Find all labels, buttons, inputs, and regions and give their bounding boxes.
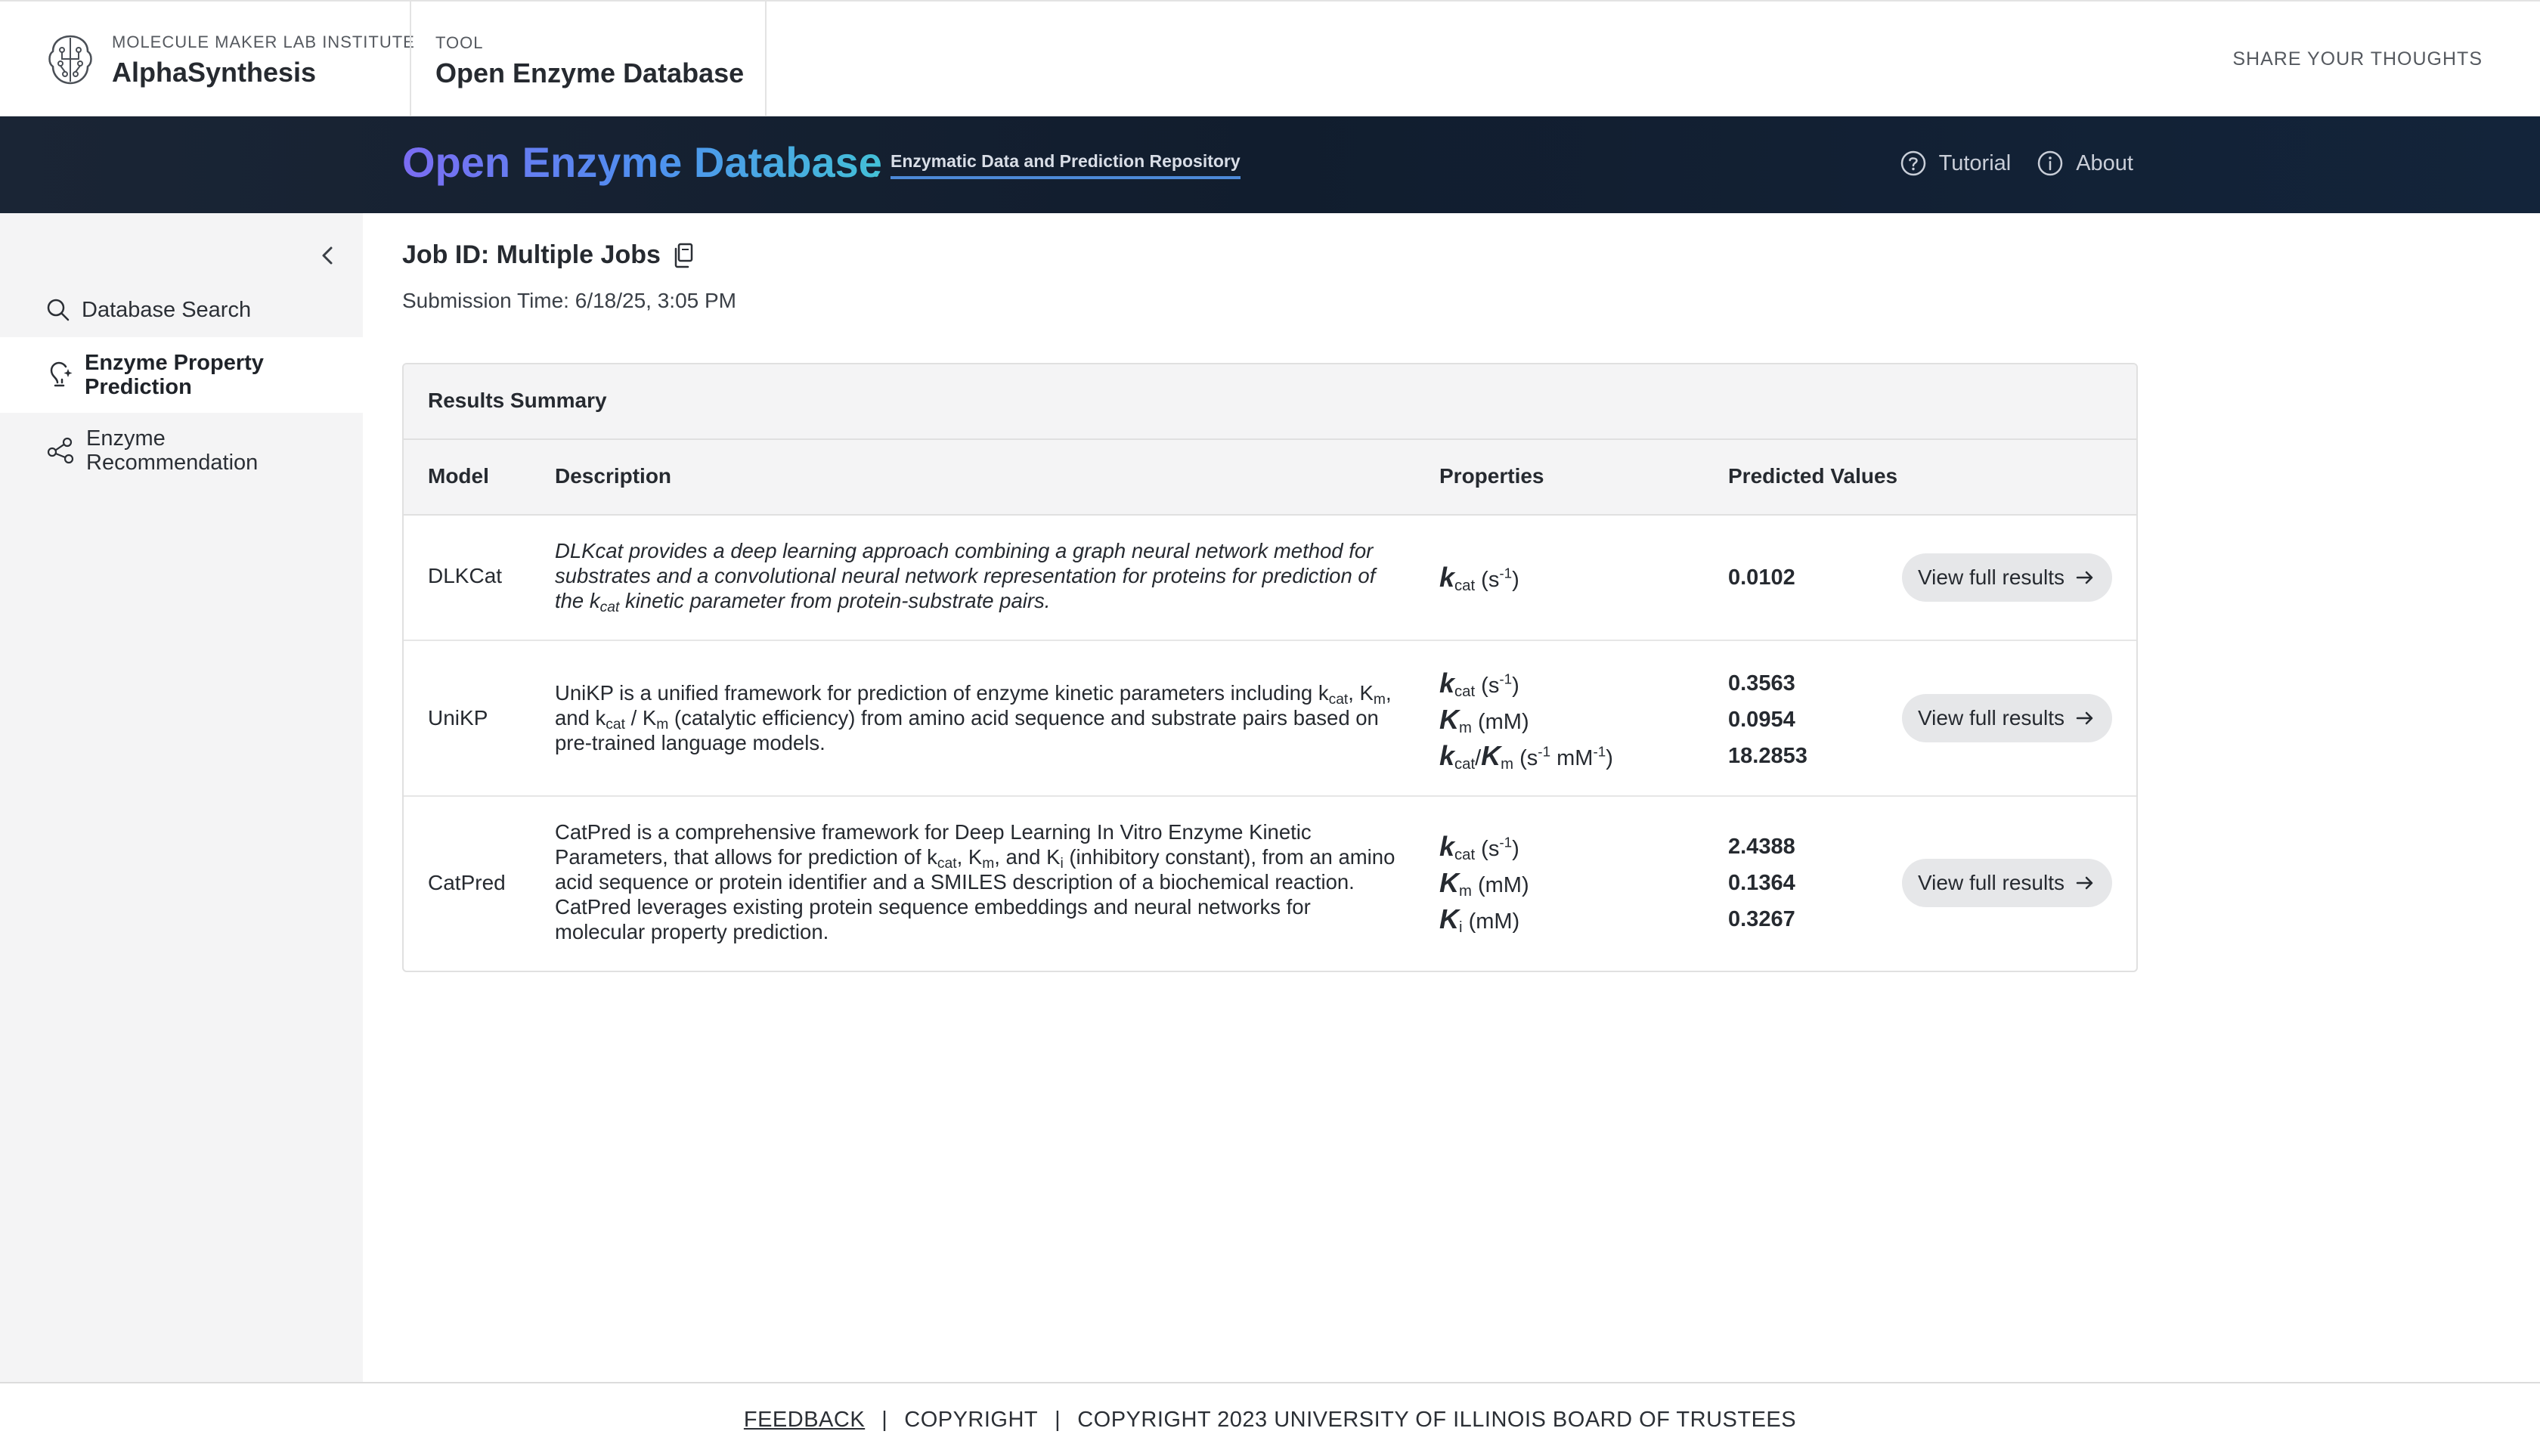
button-label: View full results [1917, 871, 2065, 894]
model-name: DLKCat [428, 564, 503, 587]
results-summary-heading: Results Summary [404, 364, 2136, 440]
sidebar: Database Search Enzyme Property Predicti… [0, 213, 363, 1382]
column-header-description: Description [555, 464, 672, 488]
table-row-unikp: UniKP UniKP is a unified framework for p… [404, 641, 2136, 797]
arrow-right-icon [2076, 711, 2093, 725]
property-kcat: kcat (s-1) [1439, 668, 1519, 701]
collapse-sidebar-chevron-left-icon[interactable] [316, 243, 340, 268]
sidebar-item-enzyme-property-prediction[interactable]: Enzyme Property Prediction [0, 337, 363, 413]
model-properties: kcat (s-1) Km (mM) kcat/Km (s-1 mM-1) [1439, 665, 1613, 774]
property-kcat: kcat (s-1) [1439, 831, 1519, 864]
property-kcat: kcat (s-1) [1439, 562, 1519, 595]
predicted-value: 0.0954 [1728, 708, 1795, 732]
predicted-value: 0.1364 [1728, 871, 1795, 895]
help-circle-icon [1900, 150, 1925, 176]
table-header: Model Description Properties Predicted V… [404, 440, 2136, 516]
share-nodes-icon [47, 437, 74, 464]
tool-title: Open Enzyme Database [435, 57, 745, 88]
sidebar-item-label: Enzyme Recommendation [86, 426, 259, 475]
arrow-right-icon [2076, 876, 2093, 890]
view-full-results-button[interactable]: View full results [1902, 553, 2112, 602]
job-title: Job ID: Multiple Jobs [402, 240, 697, 270]
info-circle-icon [2037, 150, 2063, 176]
view-full-results-button[interactable]: View full results [1902, 694, 2112, 742]
model-name: CatPred [428, 871, 506, 894]
search-icon [47, 299, 70, 321]
model-description: UniKP is a unified framework for predict… [555, 681, 1392, 754]
sidebar-item-label: Database Search [82, 298, 252, 322]
feedback-link[interactable]: FEEDBACK [744, 1408, 865, 1433]
predicted-value: 0.0102 [1728, 565, 1795, 590]
footer-separator: | [881, 1407, 888, 1432]
view-full-results-button[interactable]: View full results [1902, 859, 2112, 907]
sidebar-item-database-search[interactable]: Database Search [0, 289, 363, 331]
hero-bar: Open Enzyme Database Enzymatic Data and … [0, 116, 2540, 213]
property-km: Km (mM) [1439, 704, 1529, 737]
button-label: View full results [1917, 565, 2065, 589]
model-name: UniKP [428, 706, 488, 730]
sidebar-item-label: Enzyme Property Prediction [85, 351, 264, 399]
predicted-value: 0.3267 [1728, 907, 1795, 931]
hero-title[interactable]: Open Enzyme Database [402, 138, 882, 187]
hero-nav: Tutorial About [1874, 150, 2133, 177]
copyright-link[interactable]: COPYRIGHT [904, 1408, 1038, 1433]
predicted-values: 2.4388 0.1364 0.3267 [1728, 829, 1795, 937]
results-summary-card: Results Summary Model Description Proper… [402, 363, 2138, 972]
brand[interactable]: MOLECULE MAKER LAB INSTITUTE AlphaSynthe… [44, 30, 415, 91]
tutorial-link[interactable]: Tutorial [1900, 150, 2012, 177]
lightbulb-icon [50, 361, 73, 387]
column-header-model: Model [428, 464, 489, 488]
predicted-value: 2.4388 [1728, 835, 1795, 859]
model-properties: kcat (s-1) Km (mM) Ki (mM) [1439, 829, 1529, 937]
property-km: Km (mM) [1439, 867, 1529, 900]
hero-subtitle: Enzymatic Data and Prediction Repository [891, 151, 1241, 179]
button-label: View full results [1917, 706, 2065, 730]
brand-kicker: MOLECULE MAKER LAB INSTITUTE [112, 33, 415, 51]
property-kcat-over-km: kcat/Km (s-1 mM-1) [1439, 740, 1613, 773]
job-title-text: Job ID: Multiple Jobs [402, 240, 661, 269]
hero-dot [874, 172, 878, 177]
tutorial-label: Tutorial [1938, 150, 2012, 175]
table-row-dlkcat: DLKCat DLKcat provides a deep learning a… [404, 516, 2136, 641]
about-link[interactable]: About [2037, 150, 2133, 177]
copyright-text: COPYRIGHT 2023 UNIVERSITY OF ILLINOIS BO… [1077, 1407, 1797, 1432]
column-header-predicted-values: Predicted Values [1728, 464, 1898, 488]
model-properties: kcat (s-1) [1439, 559, 1519, 596]
brand-title: AlphaSynthesis [112, 57, 317, 88]
model-description: CatPred is a comprehensive framework for… [555, 820, 1395, 943]
tool-kicker: TOOL [435, 33, 484, 52]
share-thoughts-link[interactable]: SHARE YOUR THOUGHTS [2232, 48, 2483, 70]
table-row-catpred: CatPred CatPred is a comprehensive frame… [404, 797, 2136, 971]
tool-block[interactable]: TOOL Open Enzyme Database [410, 2, 767, 116]
predicted-values: 0.0102 [1728, 559, 1795, 596]
model-description: DLKcat provides a deep learning approach… [555, 539, 1376, 615]
footer-separator: | [1055, 1407, 1061, 1432]
submission-time: Submission Time: 6/18/25, 3:05 PM [402, 289, 736, 312]
column-header-properties: Properties [1439, 464, 1544, 488]
copy-icon[interactable] [671, 241, 697, 270]
predicted-values: 0.3563 0.0954 18.2853 [1728, 665, 1807, 774]
property-ki: Ki (mM) [1439, 903, 1520, 937]
about-label: About [2076, 150, 2133, 175]
brain-logo-icon [48, 35, 92, 85]
sidebar-item-enzyme-recommendation[interactable]: Enzyme Recommendation [0, 413, 363, 488]
predicted-value: 18.2853 [1728, 744, 1807, 768]
footer: FEEDBACK | COPYRIGHT | COPYRIGHT 2023 UN… [0, 1382, 2540, 1456]
arrow-right-icon [2076, 571, 2093, 584]
top-bar: MOLECULE MAKER LAB INSTITUTE AlphaSynthe… [0, 0, 2540, 116]
predicted-value: 0.3563 [1728, 671, 1795, 695]
